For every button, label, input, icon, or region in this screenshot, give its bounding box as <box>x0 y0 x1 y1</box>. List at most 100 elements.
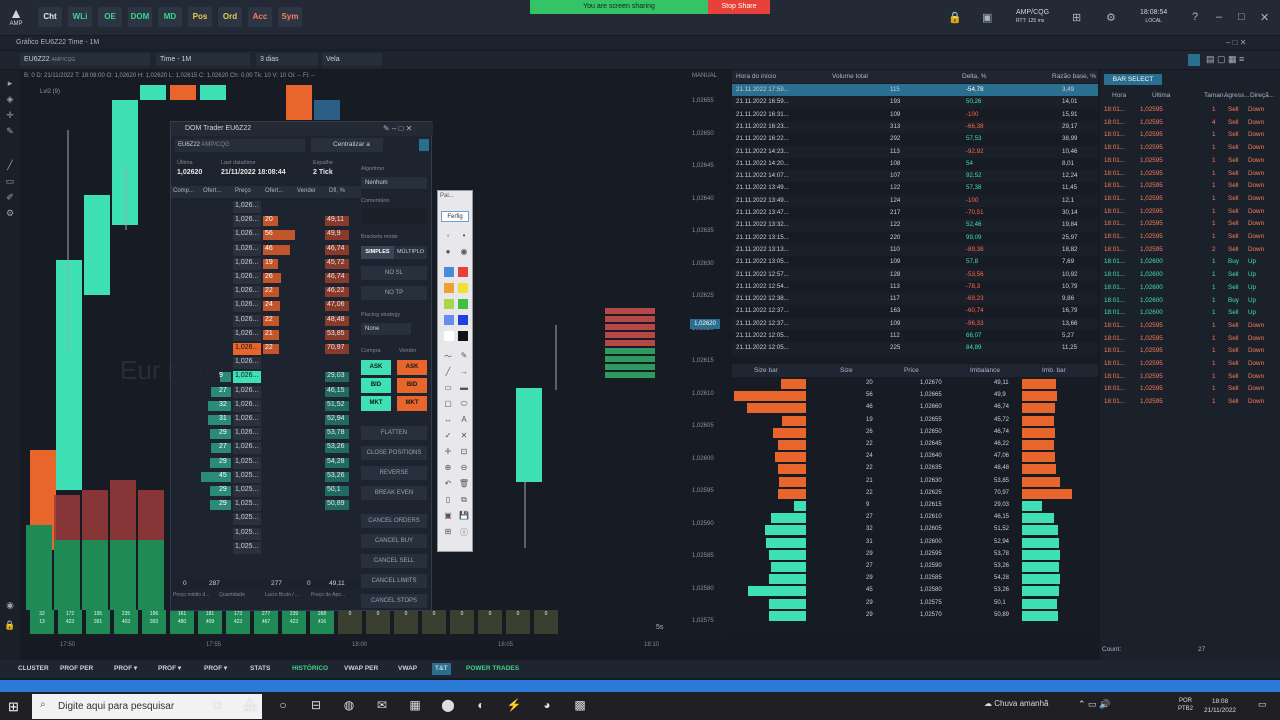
undo-icon[interactable]: ↶ <box>441 479 455 488</box>
layers-icon[interactable]: ◈ <box>4 94 16 104</box>
toolbar-button-wli[interactable]: WLi <box>68 7 92 27</box>
sizebar-row[interactable]: 21 1,02630 53,85 <box>732 476 1098 488</box>
arrow-icon[interactable]: → <box>457 367 471 376</box>
table-row[interactable]: 21.11.2022 13:49... 122 57,38 11,45 <box>732 182 1098 195</box>
draw-mode-icon[interactable] <box>1188 54 1200 66</box>
rectangle-icon[interactable]: ▭ <box>441 383 455 392</box>
trade-row[interactable]: 18:01... 1,02595 1 Sell Down <box>1100 193 1280 206</box>
trade-row[interactable]: 18:01... 1,02595 1 Sell Down <box>1100 333 1280 346</box>
circle-large-icon[interactable]: ◉ <box>457 247 471 256</box>
table-row[interactable]: 21.11.2022 13:13... 110 -89,38 18,82 <box>732 243 1098 257</box>
buy-mkt-button[interactable]: MKT <box>361 396 391 411</box>
sizebar-row[interactable]: 45 1,02580 53,26 <box>732 585 1098 597</box>
network-icon[interactable]: ⊞ <box>1072 11 1081 24</box>
barselect-col-header[interactable]: Agress... <box>1224 92 1250 99</box>
taskbar-search[interactable]: Digite aqui para pesquisar <box>32 694 262 719</box>
sizebar-col-header[interactable]: Size bar <box>754 367 778 374</box>
x-icon[interactable]: ✕ <box>457 431 471 440</box>
square-icon[interactable]: ▢ <box>441 399 455 408</box>
color-swatch[interactable] <box>458 315 468 325</box>
symbol-selector[interactable]: EU6Z22 AMP/CQG <box>20 53 150 66</box>
taskbar-app-icon[interactable]: ✉ <box>373 698 391 714</box>
table-row[interactable]: 21.11.2022 13:32... 122 52,46 19,84 <box>732 219 1098 232</box>
toolbar-button-md[interactable]: MD <box>158 7 182 27</box>
bar-select-panel[interactable]: BAR SELECT Hora Última Taman... Agress... Di… <box>1100 70 1280 670</box>
trade-row[interactable]: 18:01... 1,02595 1 Sell Down <box>1100 180 1280 193</box>
bottom-tab[interactable]: PROF PER <box>60 663 93 675</box>
trade-row[interactable]: 18:01... 1,02595 1 Sell Down <box>1100 358 1280 371</box>
notp-button[interactable]: NO TP <box>361 286 427 300</box>
multiple-mode-button[interactable]: MÚLTIPLO <box>394 246 427 259</box>
cancel-orders-button[interactable]: CANCEL ORDERS <box>361 514 427 528</box>
toolbar-button-dom[interactable]: DOM <box>128 7 152 27</box>
taskbar-app-icon[interactable]: 🏘 <box>241 698 259 714</box>
bottom-tab[interactable]: VWAP PER <box>344 663 378 675</box>
check-icon[interactable]: ✓ <box>441 431 455 440</box>
table-row[interactable]: 21.11.2022 12:05... 112 66,07 5,27 <box>732 330 1098 343</box>
cancel-buy-button[interactable]: CANCEL BUY <box>361 534 427 548</box>
sizebar-col-header[interactable]: Imbalance <box>970 367 1000 374</box>
brush-icon[interactable]: ✐ <box>4 192 16 202</box>
sizebar-row[interactable]: 27 1,02590 53,26 <box>732 561 1098 573</box>
price-axis[interactable]: 1,02655 1,02650 1,02645 1,02640 1,02635 1,026… <box>690 70 728 640</box>
text-icon[interactable]: A <box>457 415 471 424</box>
table-row[interactable]: 21.11.2022 12:38... 117 -69,23 9,86 <box>732 293 1098 306</box>
table-row[interactable]: 21.11.2022 13:05... 109 57,8 7,69 <box>732 256 1098 269</box>
table-row[interactable]: 21.11.2022 12:37... 163 -60,74 16,79 <box>732 305 1098 318</box>
table-col-header[interactable]: Hora do início <box>736 73 776 80</box>
color-swatch[interactable] <box>458 299 468 309</box>
trade-row[interactable]: 18:01... 1,02595 1 Sell Down <box>1100 383 1280 396</box>
flatten-button[interactable]: FLATTEN <box>361 426 427 440</box>
sizebar-row[interactable]: 27 1,02610 46,15 <box>732 512 1098 524</box>
sell-bid-button[interactable]: BID <box>397 378 427 393</box>
sizebar-row[interactable]: 29 1,02585 54,28 <box>732 573 1098 585</box>
taskbar-app-icon[interactable]: ⬤ <box>439 698 457 714</box>
rectangle-icon[interactable]: ▭ <box>4 176 16 186</box>
trade-row[interactable]: 18:01... 1,02595 1 Sell Down <box>1100 396 1280 409</box>
sizebar-row[interactable]: 46 1,02660 46,74 <box>732 402 1098 414</box>
taskbar-app-icon[interactable]: ◐ <box>472 698 490 714</box>
taskbar-app-icon[interactable]: ⧉ <box>208 698 226 714</box>
dom-settings-icon[interactable] <box>419 139 429 151</box>
barselect-col-header[interactable]: Hora <box>1112 92 1126 99</box>
pencil-icon[interactable]: ✎ <box>457 351 471 360</box>
wave-icon[interactable]: 〜 <box>441 351 455 362</box>
window-controls[interactable]: – □ ✕ <box>1226 38 1246 47</box>
barselect-col-header[interactable]: Direçã... <box>1250 92 1274 99</box>
bar-select-title[interactable]: BAR SELECT <box>1104 74 1162 85</box>
info-icon[interactable]: ⓘ <box>457 527 471 538</box>
taskbar-app-icon[interactable]: ▩ <box>571 698 589 714</box>
stop-share-button[interactable]: Stop Share <box>708 0 770 14</box>
lock-icon[interactable]: 🔒 <box>948 11 962 24</box>
screen-icon[interactable]: ▣ <box>441 511 455 520</box>
table-row[interactable]: 21.11.2022 14:20... 108 54 8,01 <box>732 157 1098 171</box>
toolbar-button-pos[interactable]: Pos <box>188 7 212 27</box>
sizebar-row[interactable]: 22 1,02635 48,48 <box>732 463 1098 475</box>
color-swatch[interactable] <box>444 315 454 325</box>
chart-style-selector[interactable]: Vela <box>322 53 382 66</box>
page-icon[interactable]: ▯ <box>441 495 455 504</box>
trade-row[interactable]: 18:01... 1,02595 1 Sell Down <box>1100 104 1280 117</box>
color-swatch[interactable] <box>444 267 454 277</box>
trade-row[interactable]: 18:01... 1,02600 1 Sell Up <box>1100 282 1280 295</box>
range-selector[interactable]: 3 dias <box>256 53 318 66</box>
algorithm-select[interactable]: Nenhum <box>361 177 427 189</box>
sizebar-col-header[interactable]: Size <box>840 367 853 374</box>
trade-row[interactable]: 18:01... 1,02595 2 Sell Down <box>1100 244 1280 257</box>
trade-row[interactable]: 18:01... 1,02595 1 Sell Down <box>1100 371 1280 384</box>
trade-row[interactable]: 18:01... 1,02600 1 Sell Up <box>1100 307 1280 320</box>
table-row[interactable]: 21.11.2022 17:59... 115 -54,78 3,49 <box>732 84 1098 97</box>
sizebar-row[interactable]: 9 1,02615 29,03 <box>732 500 1098 512</box>
zoom-in-icon[interactable]: ⊕ <box>441 463 455 472</box>
color-swatch[interactable] <box>458 283 468 293</box>
close-icon[interactable]: ✕ <box>1260 11 1269 24</box>
table-row[interactable]: 21.11.2022 14:07... 107 92,52 12,24 <box>732 170 1098 183</box>
circle-icon[interactable]: ● <box>441 247 455 256</box>
sizebar-row[interactable]: 22 1,02645 46,22 <box>732 439 1098 451</box>
trade-row[interactable]: 18:01... 1,02595 1 Sell Down <box>1100 231 1280 244</box>
taskbar-app-icon[interactable]: ○ <box>274 698 292 714</box>
palette-tab[interactable]: Ferfig <box>441 211 469 222</box>
color-swatch[interactable] <box>458 331 468 341</box>
trade-row[interactable]: 18:01... 1,02600 1 Buy Up <box>1100 295 1280 308</box>
cursor-icon[interactable]: ▸ <box>4 78 16 88</box>
